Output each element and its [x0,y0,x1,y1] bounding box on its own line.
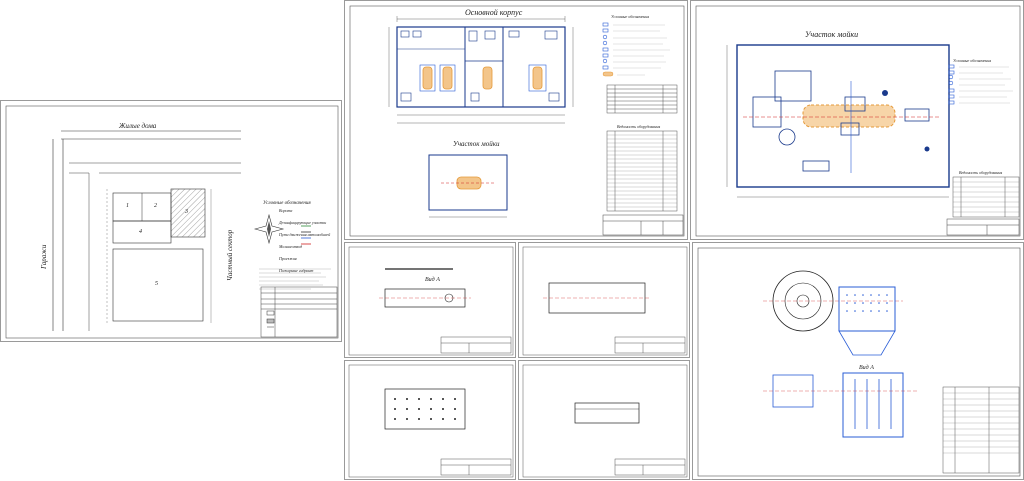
main-legend-title: Условные обозначения [611,14,650,19]
zone-1: 1 [126,203,129,209]
main-building-drawing [349,5,685,237]
zone-5: 5 [155,281,158,287]
sheet-wash-area: Участок мойки Условные обозначения Ведом… [690,0,1024,240]
sheet-main-building: Основной корпус Участок мойки Условные о… [344,0,688,240]
main-title-block [602,214,684,236]
assembly-drawing [697,247,1021,477]
part-b-drawing [522,246,688,356]
part-c-drawing [348,364,514,478]
part-a-view-label: Вид А [425,277,440,283]
zone-2: 2 [154,203,157,209]
sheet-part-b [518,242,690,358]
legend-item: Ворота [279,208,293,213]
part-a-drawing [348,246,514,356]
legend-item: Пожарные гидрант [279,268,314,273]
sheet-part-d [518,360,690,480]
zone-3: 3 [185,209,188,215]
wash-area-title: Участок мойки [453,140,500,148]
sheet-part-c [344,360,516,480]
legend-item: Молниеотвод [279,244,303,249]
road-label-left: Гаражи [40,244,48,269]
site-legend-title: Условные обозначения [263,201,311,206]
wash-equip-title: Ведомость оборудования [959,170,1003,175]
sheet-part-a: Вид А [344,242,516,358]
legend-item: Дезинфицирующие участки [279,220,327,225]
road-label-right: Частный сектор [226,229,234,281]
legend-item: Пути движения автомобилей [279,232,331,237]
main-equip-title: Ведомость оборудования [617,124,661,129]
road-label-top: Жилые дома [119,122,157,130]
legend-item: Проезжая [279,256,297,261]
wash-area-sheet-title: Участок мойки [805,30,859,39]
main-building-title: Основной корпус [465,8,523,17]
sheet-assembly: Вид А [692,242,1024,480]
zone-4: 4 [139,229,142,235]
assembly-view-label: Вид А [859,365,874,371]
site-legend-list: Ворота Дезинфицирующие участки Пути движ… [279,209,330,273]
sheet-site-plan: Жилые дома Гаражи Частный сектор 1 2 3 4… [0,100,342,342]
wash-legend-title: Условные обозначения [953,58,992,63]
part-d-drawing [522,364,688,478]
